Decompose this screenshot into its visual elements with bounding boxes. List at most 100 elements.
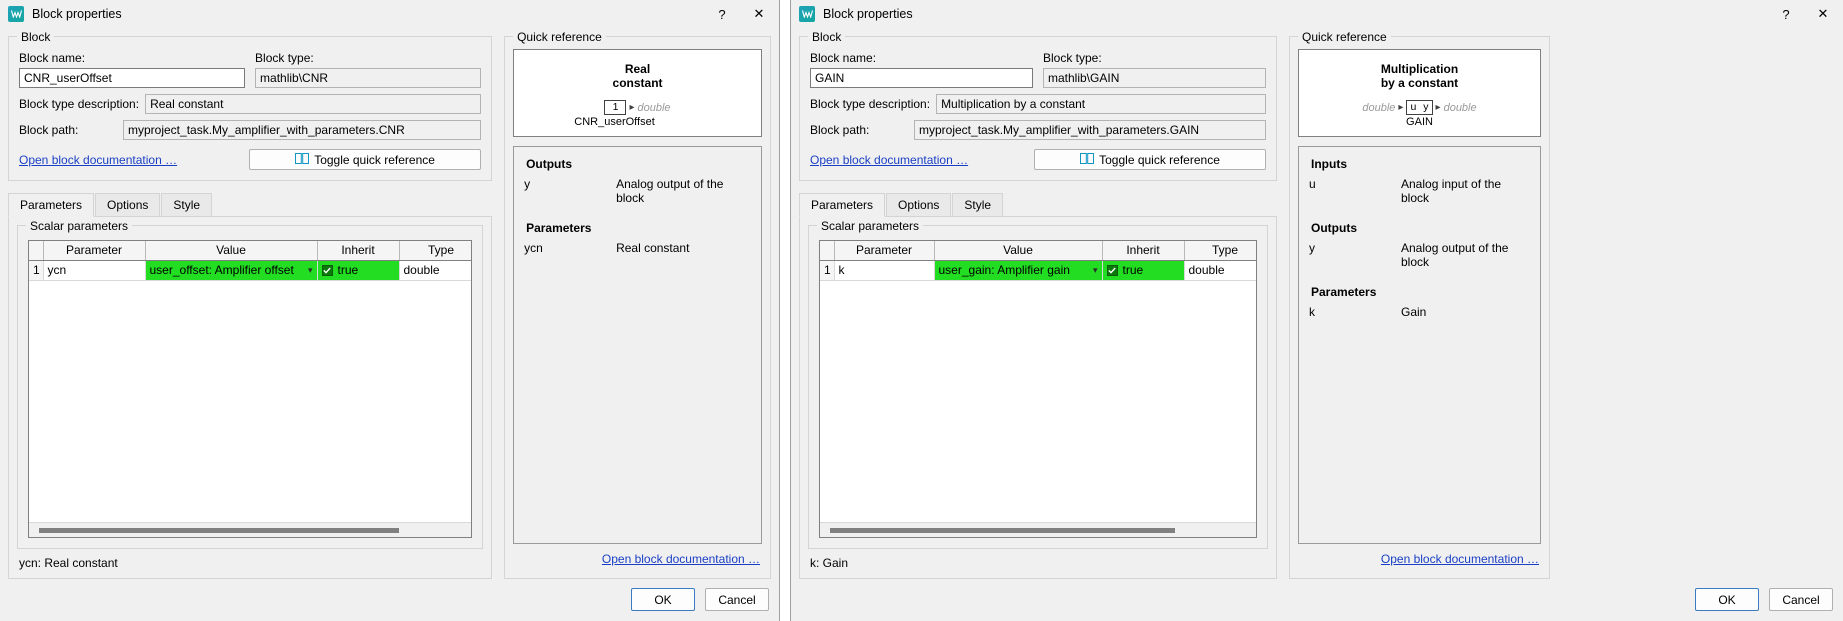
qr-item-key: ycn [524,241,616,255]
close-button[interactable]: ✕ [739,0,779,28]
close-button[interactable]: ✕ [1803,0,1843,28]
qr-item-parameter-k: k Gain [1309,305,1530,319]
cell-value-text: user_gain: Amplifier gain [939,263,1070,277]
cancel-button[interactable]: Cancel [1769,588,1833,611]
qr-item-output-y: y Analog output of the block [1309,241,1530,269]
col-header-value[interactable]: Value [145,241,317,260]
help-button[interactable]: ? [1769,0,1803,28]
app-logo-icon [799,6,815,22]
preview-title-line1: Multiplication [1299,62,1540,76]
block-type-label: Block type: [255,51,481,65]
preview-block-shape: u y [1406,100,1432,115]
quick-reference-group-cnr: Quick reference Real constant 1 [504,36,771,579]
scrollbar-thumb[interactable] [830,528,1175,533]
tab-options[interactable]: Options [95,193,160,216]
qr-footer-cnr: Open block documentation … [513,544,762,570]
qr-item-key: k [1309,305,1401,319]
parameters-table-gain[interactable]: Parameter Value Inherit Type :scri [819,240,1257,538]
tabstrip-gain: Parameters Options Style [799,193,1277,217]
cell-inherit[interactable]: true [1102,260,1184,280]
cell-type: double [1184,260,1257,280]
qr-item-value: Analog output of the block [616,177,751,205]
col-header-type[interactable]: Type [399,241,472,260]
block-desc-label: Block type description: [19,97,139,111]
doc-toggle-row: Open block documentation … Toggle quick … [810,149,1266,170]
ok-button[interactable]: OK [1695,588,1759,611]
scrollbar-thumb[interactable] [39,528,399,533]
open-block-documentation-link[interactable]: Open block documentation … [19,153,177,167]
quick-reference-doc-gain: Inputs u Analog input of the block Outpu… [1298,146,1541,544]
col-header-parameter[interactable]: Parameter [834,241,934,260]
quick-reference-legend: Quick reference [1298,30,1391,44]
block-desc-row: Block type description: Multiplication b… [810,94,1266,114]
ok-button[interactable]: OK [631,588,695,611]
toggle-quick-reference-button[interactable]: Toggle quick reference [1034,149,1266,170]
inherit-checkbox[interactable] [1107,265,1118,276]
col-header-inherit[interactable]: Inherit [317,241,399,260]
help-button[interactable]: ? [705,0,739,28]
tab-options[interactable]: Options [886,193,951,216]
cell-parameter[interactable]: ycn [43,260,145,280]
cell-parameter[interactable]: k [834,260,934,280]
tab-parameters[interactable]: Parameters [799,193,885,217]
main-column-gain: Block Block name: GAIN Block type: mathl… [799,28,1277,579]
quick-reference-column-gain: Quick reference Multiplication by a cons… [1289,28,1550,579]
qr-open-block-documentation-link[interactable]: Open block documentation … [602,552,760,566]
block-group-cnr: Block Block name: CNR_userOffset Block t… [8,36,492,181]
open-block-documentation-link[interactable]: Open block documentation … [810,153,968,167]
preview-diagram-gain: double ▸ u y ▸ double GAIN [1299,100,1540,128]
cell-type: double [399,260,472,280]
row-number: 1 [29,260,43,280]
preview-diagram-cnr: 1 ▸ double CNR_userOffset [514,100,761,128]
cell-value-text: user_offset: Amplifier offset [150,263,294,277]
cell-value[interactable]: user_gain: Amplifier gain ▾ [934,260,1102,280]
col-header-value[interactable]: Value [934,241,1102,260]
chevron-down-icon[interactable]: ▾ [1087,265,1098,276]
qr-item-input-u: u Analog input of the block [1309,177,1530,205]
screen: Block properties ? ✕ Block Block name: C… [0,0,1843,621]
qr-section-heading-parameters: Parameters [526,221,751,235]
preview-block-shape: 1 [604,100,626,115]
name-type-row: Block name: CNR_userOffset Block type: m… [19,51,481,88]
qr-item-value: Gain [1401,305,1530,319]
tabpanel-parameters-gain: Scalar parameters Param [799,217,1277,579]
table-header-row: Parameter Value Inherit Type :scri [29,241,472,260]
table-horizontal-scrollbar[interactable] [29,522,471,537]
tab-style[interactable]: Style [952,193,1003,216]
output-arrow-icon: ▸ [1436,102,1441,113]
block-preview-cnr: Real constant 1 ▸ double [513,49,762,137]
scalar-parameters-group-gain: Scalar parameters Param [808,225,1268,549]
dialog-body-cnr: Block Block name: CNR_userOffset Block t… [0,28,779,579]
col-header-type[interactable]: Type [1184,241,1257,260]
tab-style[interactable]: Style [161,193,212,216]
block-path-input: myproject_task.My_amplifier_with_paramet… [914,120,1266,140]
tabpanel-parameters-cnr: Scalar parameters Param [8,217,492,579]
preview-title-line2: constant [514,76,761,90]
table-row[interactable]: 1 ycn user_offset: Amplifier offset ▾ [29,260,472,280]
qr-section-heading-inputs: Inputs [1311,157,1530,171]
qr-open-block-documentation-link[interactable]: Open block documentation … [1381,552,1539,566]
preview-block-name: CNR_userOffset [574,116,655,128]
col-header-parameter[interactable]: Parameter [43,241,145,260]
table-header-row: Parameter Value Inherit Type :scri [820,241,1257,260]
quick-reference-doc-cnr: Outputs y Analog output of the block Par… [513,146,762,544]
cell-value[interactable]: user_offset: Amplifier offset ▾ [145,260,317,280]
cancel-button[interactable]: Cancel [705,588,769,611]
table-row[interactable]: 1 k user_gain: Amplifier gain ▾ [820,260,1257,280]
parameters-table-cnr[interactable]: Parameter Value Inherit Type :scri [28,240,472,538]
qr-item-key: u [1309,177,1401,205]
col-header-inherit[interactable]: Inherit [1102,241,1184,260]
tab-parameters[interactable]: Parameters [8,193,94,217]
table-horizontal-scrollbar[interactable] [820,522,1256,537]
block-name-input[interactable]: CNR_userOffset [19,68,245,88]
preview-title: Real constant [514,62,761,90]
parameters-grid: Parameter Value Inherit Type :scri [820,241,1257,281]
chevron-down-icon[interactable]: ▾ [302,265,313,276]
block-name-input[interactable]: GAIN [810,68,1033,88]
block-group-gain: Block Block name: GAIN Block type: mathl… [799,36,1277,181]
quick-reference-group-gain: Quick reference Multiplication by a cons… [1289,36,1550,579]
cell-inherit[interactable]: true [317,260,399,280]
block-desc-label: Block type description: [810,97,930,111]
toggle-quick-reference-button[interactable]: Toggle quick reference [249,149,481,170]
inherit-checkbox[interactable] [322,265,333,276]
